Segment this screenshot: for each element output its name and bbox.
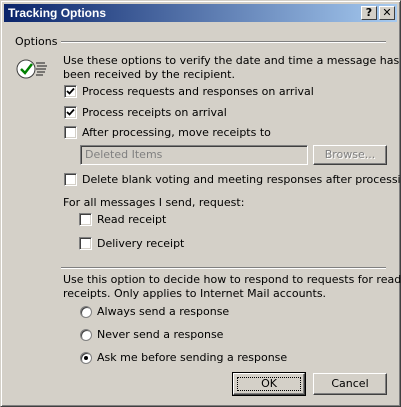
process-requests-label[interactable]: Process requests and responses on arriva… <box>82 85 314 98</box>
process-receipts-checkbox[interactable] <box>64 106 77 119</box>
delivery-receipt-label[interactable]: Delivery receipt <box>97 237 184 250</box>
response-intro-line1: Use this option to decide how to respond… <box>63 273 401 286</box>
after-processing-label[interactable]: After processing, move receipts to <box>82 126 271 139</box>
window-title: Tracking Options <box>8 6 107 20</box>
cancel-button[interactable]: Cancel <box>313 373 387 395</box>
process-receipts-label[interactable]: Process receipts on arrival <box>82 106 227 119</box>
focus-indicator <box>237 377 301 391</box>
folder-field[interactable]: Deleted Items <box>80 145 308 165</box>
delete-blank-checkbox[interactable] <box>64 173 77 186</box>
delete-blank-label[interactable]: Delete blank voting and meeting response… <box>82 173 401 186</box>
never-send-radio[interactable] <box>80 329 92 341</box>
response-separator <box>61 267 386 269</box>
process-requests-checkbox[interactable] <box>64 85 77 98</box>
read-receipt-label[interactable]: Read receipt <box>97 213 166 226</box>
never-send-label[interactable]: Never send a response <box>97 328 223 341</box>
delivery-receipt-checkbox[interactable] <box>79 237 92 250</box>
ask-me-label[interactable]: Ask me before sending a response <box>97 351 287 364</box>
read-receipt-checkbox[interactable] <box>79 213 92 226</box>
response-intro-line2: receipts. Only applies to Internet Mail … <box>63 287 327 300</box>
options-intro-line2: been received by the recipient. <box>63 68 235 81</box>
options-group-label: Options <box>15 35 58 48</box>
title-bar[interactable]: Tracking Options ? ✕ <box>4 4 397 22</box>
options-intro-line1: Use these options to verify the date and… <box>63 54 400 67</box>
always-send-radio[interactable] <box>80 306 92 318</box>
tracking-check-icon <box>15 57 49 81</box>
browse-button[interactable]: Browse... <box>313 145 387 165</box>
ask-me-radio[interactable] <box>80 352 92 364</box>
help-button[interactable]: ? <box>361 6 377 20</box>
ok-button[interactable]: OK <box>232 372 306 396</box>
all-messages-label: For all messages I send, request: <box>63 196 245 209</box>
close-button[interactable]: ✕ <box>379 6 395 20</box>
always-send-label[interactable]: Always send a response <box>97 305 229 318</box>
options-separator <box>61 41 386 43</box>
tracking-options-dialog: Tracking Options ? ✕ Options Use these o… <box>0 0 401 407</box>
after-processing-checkbox[interactable] <box>64 126 77 139</box>
